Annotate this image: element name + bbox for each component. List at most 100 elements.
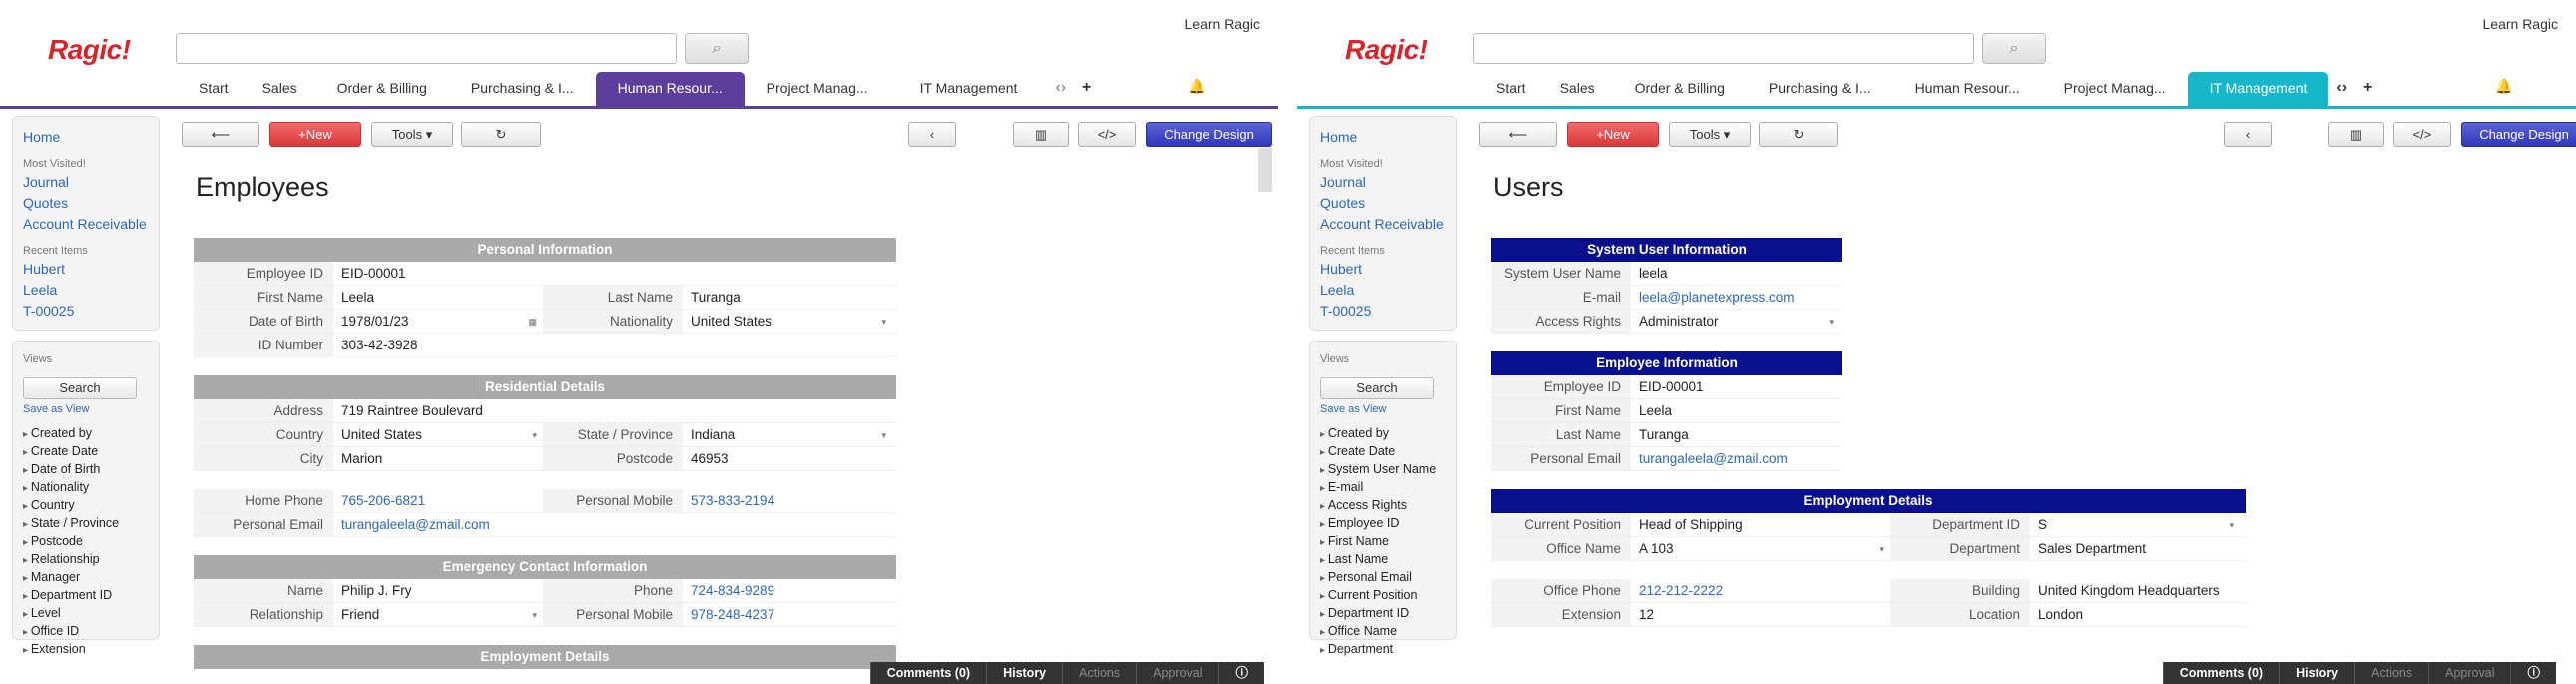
ragic-logo[interactable]: Ragic!: [1345, 34, 1428, 66]
field-value[interactable]: leela: [1631, 262, 1840, 285]
field-value[interactable]: 212-212-2222: [1631, 579, 1890, 602]
actions-tab[interactable]: Actions: [1062, 662, 1137, 684]
code-icon[interactable]: </>: [2393, 122, 2451, 147]
filter-item[interactable]: System User Name: [1320, 461, 1456, 479]
comments-tab[interactable]: Comments (0): [869, 662, 987, 684]
info-icon[interactable]: ⓘ: [1218, 662, 1264, 684]
filter-item[interactable]: First Name: [1320, 533, 1456, 551]
date-of-birth-field[interactable]: 1978/01/23 ▦: [333, 310, 543, 333]
calendar-icon[interactable]: ▦: [528, 310, 537, 334]
filter-item[interactable]: Create Date: [23, 443, 159, 461]
tab-sales[interactable]: Sales: [1542, 72, 1613, 108]
notification-bell-icon[interactable]: 🔔: [1188, 78, 1205, 95]
tab-scroll-icon[interactable]: ‹›: [2328, 72, 2355, 108]
field-value[interactable]: Leela: [1631, 399, 1840, 422]
approval-tab[interactable]: Approval: [2428, 662, 2511, 684]
field-value[interactable]: 303-42-3928: [333, 334, 543, 356]
history-tab[interactable]: History: [986, 662, 1063, 684]
tab-it-management[interactable]: IT Management: [2187, 72, 2329, 108]
field-value[interactable]: Marion: [333, 447, 543, 470]
field-value[interactable]: turangaleela@zmail.com: [333, 513, 543, 536]
search-button[interactable]: ⌕: [1982, 33, 2046, 64]
views-search-button[interactable]: Search: [1320, 377, 1434, 399]
filter-item[interactable]: Department ID: [1320, 605, 1456, 623]
filter-item[interactable]: Current Position: [1320, 587, 1456, 605]
scrollbar[interactable]: [1258, 148, 1272, 192]
tab-scroll-icon[interactable]: ‹›: [1047, 72, 1074, 108]
recent-leela[interactable]: Leela: [1320, 280, 1446, 301]
filter-item[interactable]: State / Province: [23, 515, 159, 533]
most-visited-quotes[interactable]: Quotes: [1320, 193, 1446, 214]
ragic-logo[interactable]: Ragic!: [48, 34, 131, 66]
filter-item[interactable]: Level: [23, 605, 159, 623]
field-value[interactable]: turangaleela@zmail.com: [1631, 447, 1840, 470]
refresh-button[interactable]: ↻: [1759, 122, 1838, 147]
save-as-view-link[interactable]: Save as View: [23, 403, 159, 415]
field-value[interactable]: 724-834-9289: [683, 579, 892, 602]
most-visited-account-receivable[interactable]: Account Receivable: [1320, 214, 1446, 235]
code-icon[interactable]: </>: [1078, 122, 1136, 147]
search-button[interactable]: ⌕: [685, 33, 749, 64]
filter-item[interactable]: Created by: [23, 425, 159, 443]
field-value[interactable]: Leela: [333, 286, 543, 309]
field-value[interactable]: 12: [1631, 603, 1890, 626]
tab-order-billing[interactable]: Order & Billing: [315, 72, 449, 108]
new-record-button[interactable]: +New: [1567, 122, 1659, 147]
home-link[interactable]: Home: [23, 127, 149, 148]
tools-menu-button[interactable]: Tools ▾: [1669, 122, 1751, 147]
new-record-button[interactable]: +New: [269, 122, 361, 147]
filter-item[interactable]: E-mail: [1320, 479, 1456, 497]
access-rights-select[interactable]: Administrator ▾: [1631, 310, 1840, 333]
comments-tab[interactable]: Comments (0): [2162, 662, 2280, 684]
back-button[interactable]: ⟵: [182, 122, 259, 147]
field-value[interactable]: United Kingdom Headquarters: [2030, 579, 2240, 602]
notification-bell-icon[interactable]: 🔔: [2495, 78, 2512, 95]
filter-item[interactable]: Nationality: [23, 479, 159, 497]
most-visited-account-receivable[interactable]: Account Receivable: [23, 214, 149, 235]
save-as-view-link[interactable]: Save as View: [1320, 403, 1456, 415]
recent-hubert[interactable]: Hubert: [23, 259, 149, 280]
field-value[interactable]: Turanga: [1631, 423, 1840, 446]
tab-project-management[interactable]: Project Manag...: [2042, 72, 2188, 108]
add-tab-icon[interactable]: +: [1074, 72, 1099, 108]
field-value[interactable]: Philip J. Fry: [333, 579, 543, 602]
field-value[interactable]: 46953: [683, 447, 892, 470]
chart-icon[interactable]: ▥: [1013, 122, 1069, 147]
previous-record-button[interactable]: ‹: [908, 122, 956, 147]
filter-item[interactable]: Office ID: [23, 623, 159, 641]
filter-item[interactable]: Department ID: [23, 587, 159, 605]
field-value[interactable]: 573-833-2194: [683, 489, 892, 512]
filter-item[interactable]: Department: [1320, 641, 1456, 659]
filter-item[interactable]: Personal Email: [1320, 569, 1456, 587]
filter-item[interactable]: Created by: [1320, 425, 1456, 443]
change-design-button[interactable]: Change Design: [2461, 122, 2576, 147]
field-value[interactable]: 765-206-6821: [333, 489, 543, 512]
tab-sales[interactable]: Sales: [245, 72, 315, 108]
filter-item[interactable]: Country: [23, 497, 159, 515]
search-input[interactable]: [1473, 33, 1974, 64]
country-select[interactable]: United States ▾: [333, 423, 543, 446]
recent-leela[interactable]: Leela: [23, 280, 149, 301]
filter-item[interactable]: Access Rights: [1320, 497, 1456, 515]
filter-item[interactable]: Extension: [23, 641, 159, 659]
tools-menu-button[interactable]: Tools ▾: [371, 122, 453, 147]
info-icon[interactable]: ⓘ: [2510, 662, 2556, 684]
actions-tab[interactable]: Actions: [2354, 662, 2429, 684]
home-link[interactable]: Home: [1320, 127, 1446, 148]
relationship-select[interactable]: Friend ▾: [333, 603, 543, 626]
add-tab-icon[interactable]: +: [2355, 72, 2380, 108]
back-button[interactable]: ⟵: [1479, 122, 1557, 147]
filter-item[interactable]: Employee ID: [1320, 515, 1456, 533]
field-value[interactable]: London: [2030, 603, 2240, 626]
filter-item[interactable]: Manager: [23, 569, 159, 587]
tab-start[interactable]: Start: [180, 72, 245, 108]
most-visited-journal[interactable]: Journal: [23, 172, 149, 193]
field-value[interactable]: 719 Raintree Boulevard: [333, 399, 753, 422]
filter-item[interactable]: Office Name: [1320, 623, 1456, 641]
recent-t-00025[interactable]: T-00025: [23, 301, 149, 322]
tab-purchasing[interactable]: Purchasing & I...: [1747, 72, 1893, 108]
nationality-select[interactable]: United States ▾: [683, 310, 892, 333]
field-value[interactable]: 978-248-4237: [683, 603, 892, 626]
most-visited-quotes[interactable]: Quotes: [23, 193, 149, 214]
tab-human-resources[interactable]: Human Resour...: [595, 72, 745, 108]
